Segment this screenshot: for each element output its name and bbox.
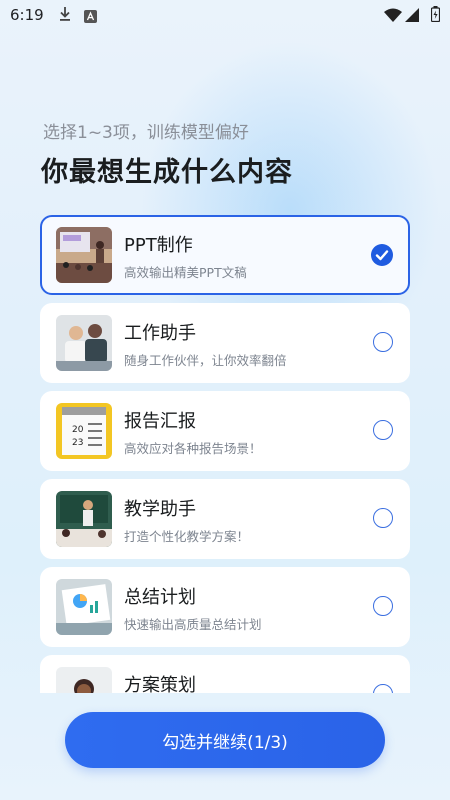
- classroom-image: [56, 491, 112, 547]
- option-desc: 打造个性化教学方案！: [124, 529, 250, 544]
- option-proposal-planning[interactable]: 方案策划: [40, 655, 410, 693]
- continue-button[interactable]: 勾选并继续(1/3): [65, 712, 385, 768]
- coworkers-image: [56, 315, 112, 371]
- option-title: 报告汇报: [124, 411, 196, 432]
- option-desc: 高效输出精美PPT文稿: [124, 265, 247, 280]
- signal-icon: [405, 7, 419, 26]
- page-title: 你最想生成什么内容: [41, 157, 293, 188]
- page-subtitle: 选择1~3项，训练模型偏好: [43, 123, 249, 143]
- charts-on-desk-image: [56, 579, 112, 635]
- calendar-2023-image: 20 23: [56, 403, 112, 459]
- option-ppt[interactable]: PPT制作 高效输出精美PPT文稿: [40, 215, 410, 295]
- option-report[interactable]: 20 23 报告汇报 高效应对各种报告场景！: [40, 391, 410, 471]
- wifi-icon: [384, 7, 402, 26]
- option-teaching-assistant[interactable]: 教学助手 打造个性化教学方案！: [40, 479, 410, 559]
- option-title: 总结计划: [124, 587, 196, 608]
- a-box-icon: [84, 8, 97, 27]
- svg-text:23: 23: [72, 438, 83, 448]
- option-title: PPT制作: [124, 235, 193, 256]
- checked-icon[interactable]: [371, 244, 393, 266]
- ppt-presentation-image: [56, 227, 112, 283]
- option-title: 教学助手: [124, 499, 196, 520]
- svg-text:20: 20: [72, 425, 84, 435]
- status-time: 6:19: [10, 6, 44, 24]
- battery-icon: [430, 6, 441, 26]
- option-summary-plan[interactable]: 总结计划 快速输出高质量总结计划: [40, 567, 410, 647]
- option-desc: 高效应对各种报告场景！: [124, 441, 262, 456]
- woman-portrait-image: [56, 667, 112, 693]
- option-title: 工作助手: [124, 323, 196, 344]
- option-title: 方案策划: [124, 675, 196, 693]
- status-bar: 6:19: [0, 0, 450, 32]
- download-icon: [58, 6, 72, 26]
- option-list[interactable]: PPT制作 高效输出精美PPT文稿 工作助手 随身工作伙伴，让你效率翻倍 20 …: [40, 215, 410, 693]
- option-desc: 随身工作伙伴，让你效率翻倍: [124, 353, 287, 368]
- radio-button[interactable]: [373, 596, 393, 616]
- radio-button[interactable]: [373, 420, 393, 440]
- option-work-assistant[interactable]: 工作助手 随身工作伙伴，让你效率翻倍: [40, 303, 410, 383]
- option-desc: 快速输出高质量总结计划: [124, 617, 262, 632]
- radio-button[interactable]: [373, 508, 393, 528]
- radio-button[interactable]: [373, 684, 393, 693]
- radio-button[interactable]: [373, 332, 393, 352]
